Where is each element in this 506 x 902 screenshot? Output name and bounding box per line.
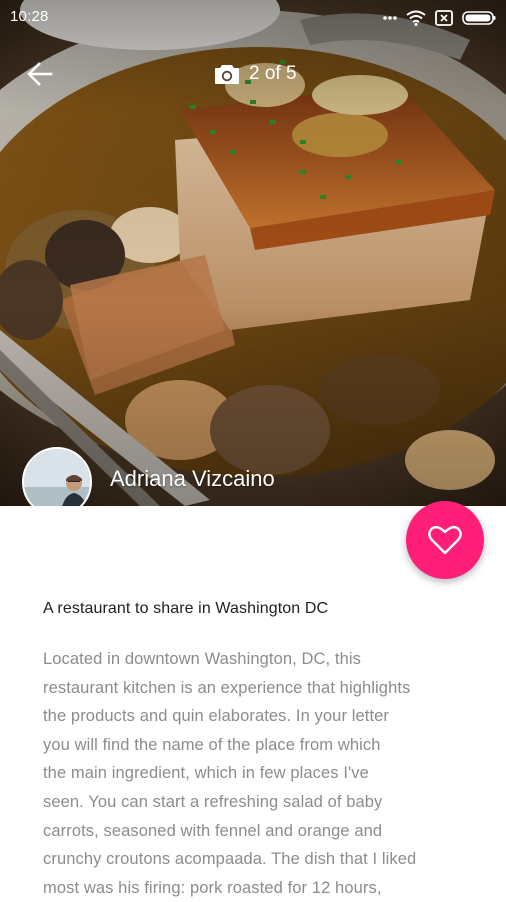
author-info[interactable]: Adriana Vizcaino bbox=[22, 446, 275, 506]
author-name[interactable]: Adriana Vizcaino bbox=[110, 466, 275, 492]
post-body-line: restaurant kitchen is an experience that… bbox=[43, 678, 411, 697]
post-body-line: carrots, seasoned with fennel and orange… bbox=[43, 821, 383, 840]
status-bar: 10:28 bbox=[0, 0, 506, 36]
post-body: Located in downtown Washington, DC, this… bbox=[43, 645, 483, 902]
hero-photo-area[interactable]: 10:28 2 of 5 Adriana Vizcaino bbox=[0, 0, 506, 506]
post-title: A restaurant to share in Washington DC bbox=[43, 600, 329, 617]
arrow-left-icon bbox=[27, 62, 53, 86]
status-icons bbox=[383, 9, 496, 27]
post-body-line: the main ingredient, which in few places… bbox=[43, 764, 369, 783]
post-body-line: Located in downtown Washington, DC, this bbox=[43, 650, 361, 668]
wifi-icon bbox=[406, 10, 426, 26]
battery-icon bbox=[462, 11, 496, 25]
heart-outline-icon bbox=[428, 525, 462, 555]
photo-counter: 2 of 5 bbox=[214, 58, 297, 90]
camera-icon bbox=[215, 65, 239, 84]
back-button[interactable] bbox=[20, 54, 60, 94]
like-button[interactable] bbox=[406, 501, 484, 579]
sim-blocked-icon bbox=[435, 10, 453, 26]
avatar-photo bbox=[24, 449, 90, 506]
post-body-line: most was his firing: pork roasted for 12… bbox=[43, 878, 382, 897]
photo-counter-text: 2 of 5 bbox=[249, 63, 297, 84]
status-time: 10:28 bbox=[10, 8, 49, 25]
post-body-line: seen. You can start a refreshing salad o… bbox=[43, 792, 383, 811]
post-body-line: the products and quin elaborates. In you… bbox=[43, 707, 390, 726]
more-dots-icon bbox=[383, 16, 397, 20]
post-body-line: crunchy croutons acompaada. The dish tha… bbox=[43, 850, 417, 869]
post-body-line: you will find the name of the place from… bbox=[43, 735, 381, 754]
avatar[interactable] bbox=[22, 447, 92, 506]
